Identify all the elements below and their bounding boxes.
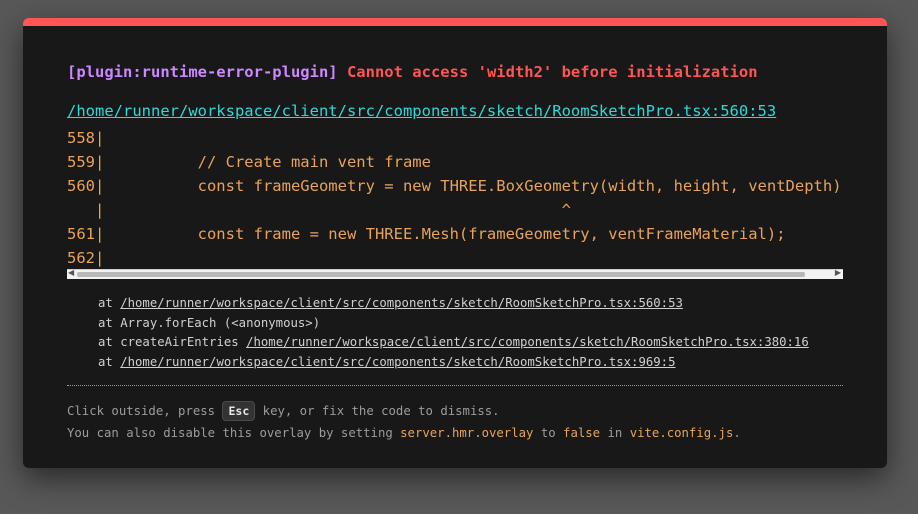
stack-frame-prefix: at [98, 296, 121, 310]
stack-frame-prefix: at [98, 354, 121, 369]
scroll-right-arrow-icon[interactable]: ▶ [835, 268, 841, 277]
dismiss-tip: Click outside, press Esc key, or fix the… [67, 401, 500, 421]
code-line: 559| // Create main vent frame [67, 153, 431, 171]
setting-value: false [563, 426, 601, 440]
code-line: 558| [67, 129, 105, 147]
tip-text: key, or fix the code to dismiss. [255, 404, 500, 418]
code-line: 562| [67, 249, 105, 267]
tip-text: Click outside, press [67, 404, 223, 418]
code-line-caret: | ^ [67, 201, 571, 219]
code-line: 561| const frame = new THREE.Mesh(frameG… [67, 225, 786, 243]
scroll-left-arrow-icon[interactable]: ◀ [68, 268, 74, 277]
error-overlay-window: [plugin:runtime-error-plugin] Cannot acc… [23, 18, 887, 468]
scrollbar-thumb[interactable] [77, 272, 805, 277]
esc-key: Esc [222, 401, 256, 421]
stack-frame: at /home/runner/workspace/client/src/com… [98, 294, 843, 314]
config-file-name: vite.config.js [629, 426, 734, 440]
stack-frame-location[interactable]: /home/runner/workspace/client/src/compon… [246, 335, 809, 349]
tip-text: . [733, 426, 741, 440]
tip-text: You can also disable this overlay by set… [67, 426, 401, 440]
error-message: [plugin:runtime-error-plugin] Cannot acc… [67, 63, 758, 81]
stack-frame: at Array.forEach (<anonymous>) [98, 314, 843, 334]
footer-divider [67, 385, 843, 386]
error-text: Cannot access 'width2' before initializa… [346, 63, 758, 81]
tip-text: in [600, 426, 630, 440]
stack-frame-location[interactable]: /home/runner/workspace/client/src/compon… [120, 296, 683, 310]
code-frame: 558| 559| // Create main vent frame 560|… [67, 126, 843, 270]
stack-frame: at createAirEntries /home/runner/workspa… [98, 333, 843, 353]
code-line: 560| const frameGeometry = new THREE.Box… [67, 177, 843, 195]
stack-trace: at /home/runner/workspace/client/src/com… [98, 294, 843, 372]
disable-tip: You can also disable this overlay by set… [67, 426, 741, 440]
tip-text: to [533, 426, 564, 440]
error-file-link[interactable]: /home/runner/workspace/client/src/compon… [67, 102, 776, 120]
stack-frame-prefix: at createAirEntries [98, 335, 247, 349]
stack-frame-prefix: at Array.forEach (<anonymous>) [98, 315, 321, 330]
setting-name: server.hmr.overlay [400, 426, 534, 440]
plugin-name: [plugin:runtime-error-plugin] [67, 63, 338, 81]
stack-frame: at /home/runner/workspace/client/src/com… [98, 353, 843, 373]
stack-frame-location[interactable]: /home/runner/workspace/client/src/compon… [120, 355, 675, 369]
code-frame-horizontal-scrollbar[interactable]: ◀ ▶ [67, 268, 843, 279]
